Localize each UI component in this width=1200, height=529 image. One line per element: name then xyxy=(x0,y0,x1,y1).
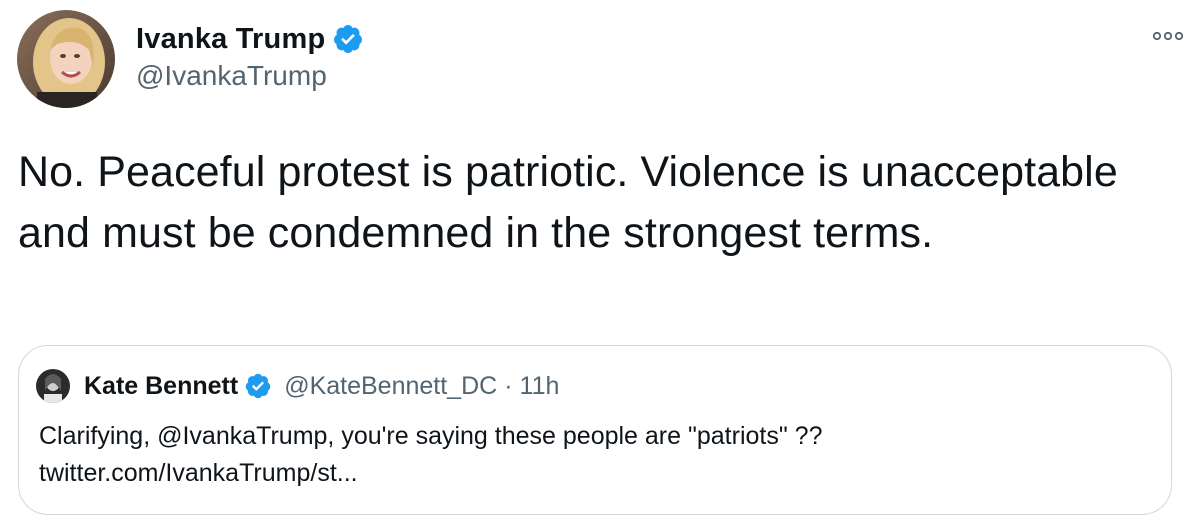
quoted-tweet-timestamp[interactable]: 11h xyxy=(520,372,560,401)
quoted-tweet[interactable]: Kate Bennett @KateBennett_DC · 11h Clari… xyxy=(18,345,1172,515)
avatar-image xyxy=(17,10,115,108)
quoted-tweet-link[interactable]: twitter.com/IvankaTrump/st... xyxy=(39,455,1149,492)
quoted-author-handle[interactable]: @KateBennett_DC xyxy=(284,372,497,401)
author-avatar[interactable] xyxy=(17,10,115,108)
quoted-tweet-text: Clarifying, @IvankaTrump, you're saying … xyxy=(39,418,1149,492)
quoted-author-name[interactable]: Kate Bennett xyxy=(84,372,238,401)
verified-badge-icon xyxy=(244,372,272,400)
more-options-icon[interactable] xyxy=(1150,26,1186,46)
author-handle[interactable]: @IvankaTrump xyxy=(136,60,327,92)
quoted-tweet-text-line: Clarifying, @IvankaTrump, you're saying … xyxy=(39,422,823,450)
quoted-author-avatar[interactable] xyxy=(36,369,70,403)
dot-separator: · xyxy=(504,371,513,400)
tweet-text: No. Peaceful protest is patriotic. Viole… xyxy=(18,148,1118,257)
verified-badge-icon xyxy=(332,23,364,55)
tweet-card: Ivanka Trump @IvankaTrump No. Peaceful p… xyxy=(0,0,1200,529)
quoted-tweet-header: Kate Bennett @KateBennett_DC · 11h xyxy=(36,368,559,404)
author-name-row: Ivanka Trump xyxy=(136,20,364,58)
author-name[interactable]: Ivanka Trump xyxy=(136,23,325,56)
